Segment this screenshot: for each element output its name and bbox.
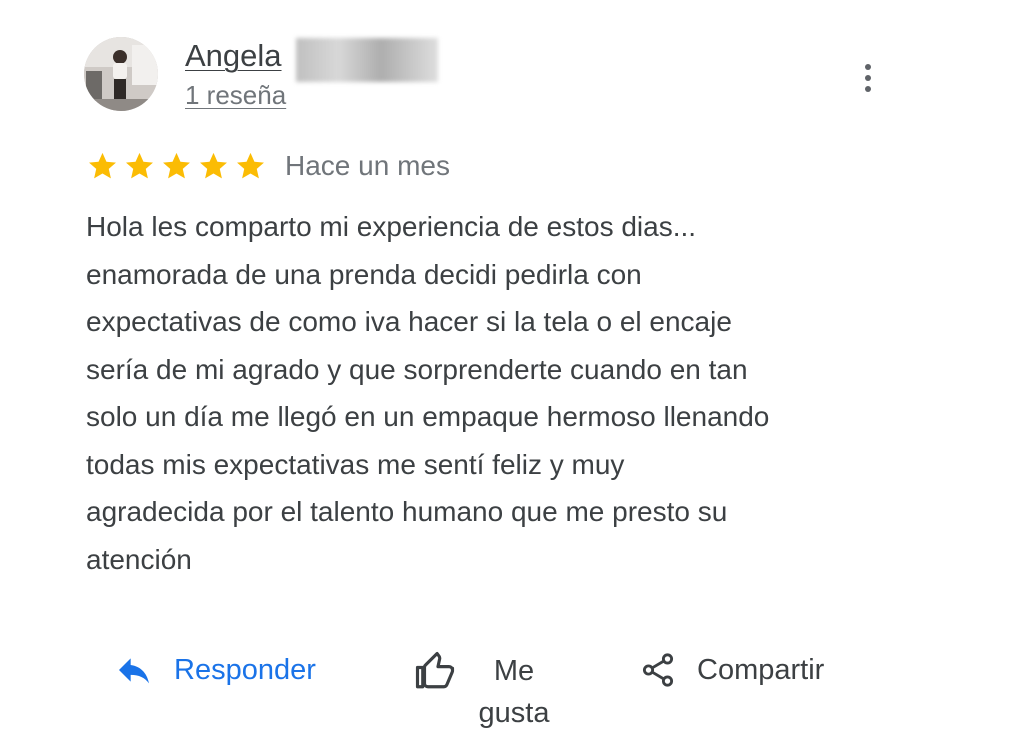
reviewer-name[interactable]: Angela xyxy=(185,38,282,74)
share-icon xyxy=(642,653,674,687)
reply-button[interactable]: Responder xyxy=(114,650,316,690)
more-vert-icon-dot-2 xyxy=(865,75,871,81)
review-date: Hace un mes xyxy=(285,150,450,181)
share-button[interactable]: Compartir xyxy=(639,650,824,690)
more-options-button[interactable] xyxy=(852,58,884,98)
like-label: Me gusta xyxy=(478,655,550,729)
share-label: Compartir xyxy=(697,654,825,686)
reviewer-avatar[interactable] xyxy=(84,37,158,111)
reviewer-review-count[interactable]: 1 reseña xyxy=(185,80,286,111)
star-icon xyxy=(200,152,227,179)
star-rating xyxy=(86,150,267,182)
more-vert-icon xyxy=(865,64,871,70)
reply-label: Responder xyxy=(174,654,316,686)
review-card: Angela 1 reseña Hace un mes Hola les com… xyxy=(0,0,1024,751)
thumbs-up-icon xyxy=(415,651,455,689)
redacted-surname xyxy=(296,38,438,82)
more-vert-icon-dot-3 xyxy=(865,86,871,92)
like-button[interactable]: Me gusta xyxy=(414,650,549,729)
star-icon xyxy=(126,152,153,179)
review-text: Hola les comparto mi experiencia de esto… xyxy=(86,211,770,575)
reply-arrow-icon xyxy=(119,658,149,684)
star-icon xyxy=(237,152,264,179)
star-icon xyxy=(89,152,116,179)
star-icon xyxy=(163,152,190,179)
rating-row: Hace un mes xyxy=(86,150,450,182)
avatar-photo xyxy=(84,37,158,111)
review-actions: Responder Me gusta Compartir xyxy=(0,640,1024,740)
